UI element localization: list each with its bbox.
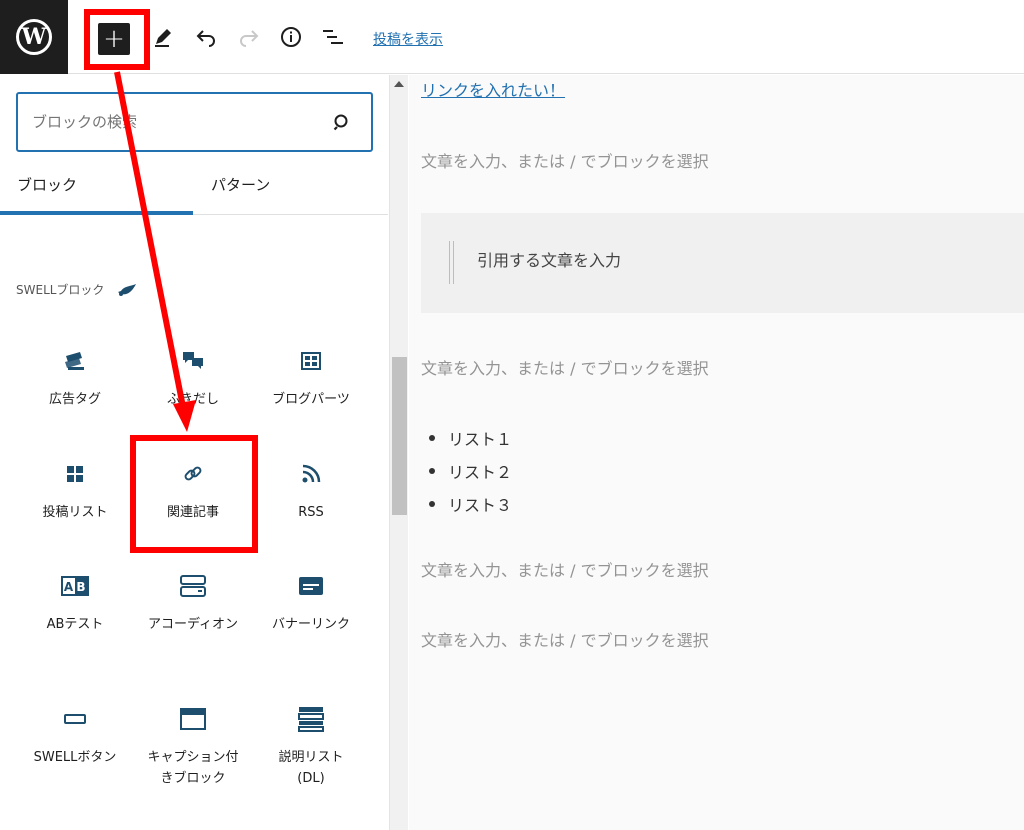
ad-tag-icon: [65, 352, 84, 370]
block-ab-test[interactable]: AB ABテスト: [16, 572, 134, 635]
block-label: 投稿リスト: [42, 505, 108, 520]
svg-text:B: B: [76, 580, 85, 594]
swell-leaf-icon: [118, 283, 137, 296]
block-label: ブログパーツ: [272, 392, 350, 407]
search-icon: [333, 114, 348, 131]
block-ad-tag[interactable]: 広告タグ: [16, 347, 134, 410]
details-button[interactable]: [276, 22, 306, 52]
scroll-up-arrow-icon[interactable]: [394, 81, 404, 87]
block-label: ABテスト: [46, 617, 104, 632]
active-tab-indicator: [0, 211, 193, 215]
description-list-icon: [298, 707, 324, 732]
block-swell-button[interactable]: SWELLボタン: [16, 705, 134, 768]
list-item[interactable]: リスト３: [429, 487, 512, 520]
list-block[interactable]: リスト１ リスト２ リスト３: [429, 421, 512, 520]
list-view-button[interactable]: [318, 22, 348, 52]
caption-block-icon: [180, 708, 206, 730]
list-view-icon: [323, 30, 343, 44]
svg-text:A: A: [64, 580, 74, 594]
undo-icon: [196, 30, 215, 47]
annotation-box-related-posts: [130, 435, 258, 553]
block-banner-link[interactable]: バナーリンク: [252, 572, 370, 635]
list-item-text: リスト３: [448, 495, 513, 515]
edit-tool-button[interactable]: [148, 22, 178, 52]
inserter-tabs: ブロック パターン: [0, 167, 388, 215]
block-rss[interactable]: RSS: [252, 460, 370, 523]
block-label: 広告タグ: [48, 392, 101, 407]
editor-canvas: リンクを入れたい！ 文章を入力、または / でブロックを選択 引用する文章を入力…: [409, 75, 1024, 830]
paragraph-placeholder[interactable]: 文章を入力、または / でブロックを選択: [421, 627, 709, 651]
quote-placeholder[interactable]: 引用する文章を入力: [477, 247, 621, 271]
undo-button[interactable]: [191, 22, 221, 52]
block-label: バナーリンク: [271, 617, 350, 632]
redo-button[interactable]: [234, 22, 264, 52]
annotation-box-add-button: [84, 9, 150, 70]
scrollbar-thumb[interactable]: [392, 357, 407, 515]
speech-bubble-icon: [183, 352, 203, 369]
block-speech-bubble[interactable]: ふきだし: [134, 347, 252, 410]
paragraph-placeholder[interactable]: 文章を入力、または / でブロックを選択: [421, 557, 709, 581]
block-blog-parts[interactable]: ブログパーツ: [252, 347, 370, 410]
rss-icon: [302, 464, 321, 483]
quote-bar: [449, 241, 454, 284]
list-item-text: リスト１: [448, 429, 513, 449]
blog-parts-icon: [301, 352, 321, 370]
block-category-title: SWELLブロック: [16, 281, 138, 298]
view-post-link[interactable]: 投稿を表示: [373, 29, 443, 49]
wordpress-logo-icon: W: [16, 19, 52, 55]
block-accordion[interactable]: アコーディオン: [134, 572, 252, 635]
inserter-scrollbar[interactable]: [389, 75, 408, 830]
tab-patterns[interactable]: パターン: [211, 167, 270, 215]
paragraph-link[interactable]: リンクを入れたい！: [421, 77, 565, 101]
tab-blocks[interactable]: ブロック: [17, 167, 77, 215]
ab-test-icon: AB: [61, 576, 89, 596]
paragraph-placeholder[interactable]: 文章を入力、または / でブロックを選択: [421, 355, 709, 379]
quote-block[interactable]: 引用する文章を入力: [421, 213, 1024, 313]
block-label: SWELLボタン: [33, 750, 117, 765]
accordion-icon: [180, 575, 206, 597]
block-caption-block[interactable]: キャプション付きブロック: [134, 705, 252, 789]
wordpress-logo-button[interactable]: W: [0, 0, 68, 74]
block-search-box: [16, 92, 373, 152]
block-label: キャプション付きブロック: [147, 750, 239, 786]
button-icon: [64, 714, 86, 724]
redo-icon: [240, 30, 259, 47]
paragraph-placeholder[interactable]: 文章を入力、または / でブロックを選択: [421, 148, 709, 172]
list-item-text: リスト２: [448, 462, 513, 482]
editor-top-toolbar: W + 投稿を表示: [0, 0, 1024, 74]
block-label: 説明リスト(DL): [278, 750, 344, 786]
block-search-input[interactable]: [32, 110, 322, 134]
category-title-text: SWELLブロック: [16, 283, 105, 297]
bullet: [429, 467, 435, 474]
post-list-icon: [67, 466, 83, 482]
pencil-icon: [155, 29, 171, 47]
bullet: [429, 434, 435, 441]
list-item[interactable]: リスト２: [429, 454, 512, 487]
block-post-list[interactable]: 投稿リスト: [16, 460, 134, 523]
banner-link-icon: [299, 577, 323, 595]
block-description-list[interactable]: 説明リスト(DL): [252, 705, 370, 789]
info-icon: [281, 27, 301, 47]
block-label: アコーディオン: [147, 617, 239, 632]
bullet: [429, 500, 435, 507]
block-label: RSS: [298, 505, 324, 520]
list-item[interactable]: リスト１: [429, 421, 512, 454]
block-label: ふきだし: [166, 392, 219, 407]
